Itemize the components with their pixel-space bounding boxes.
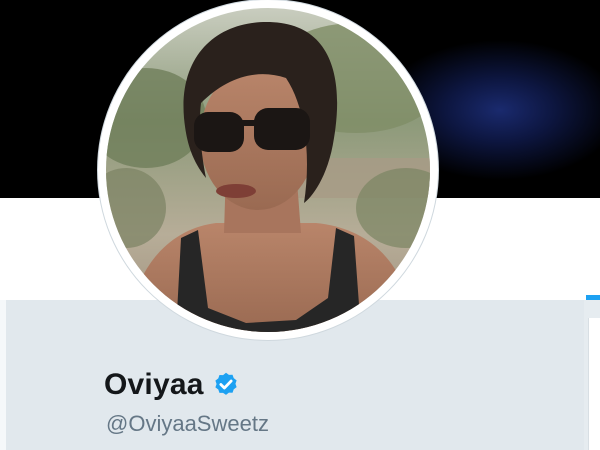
display-name-row: Oviyaa bbox=[104, 367, 240, 403]
profile-avatar[interactable] bbox=[98, 0, 438, 340]
avatar-photo bbox=[106, 8, 430, 332]
right-sidebar-card bbox=[588, 318, 600, 450]
screen-name-handle[interactable]: @OviyaaSweetz bbox=[106, 411, 269, 437]
verified-badge-icon bbox=[212, 371, 240, 399]
display-name[interactable]: Oviyaa bbox=[104, 368, 204, 402]
